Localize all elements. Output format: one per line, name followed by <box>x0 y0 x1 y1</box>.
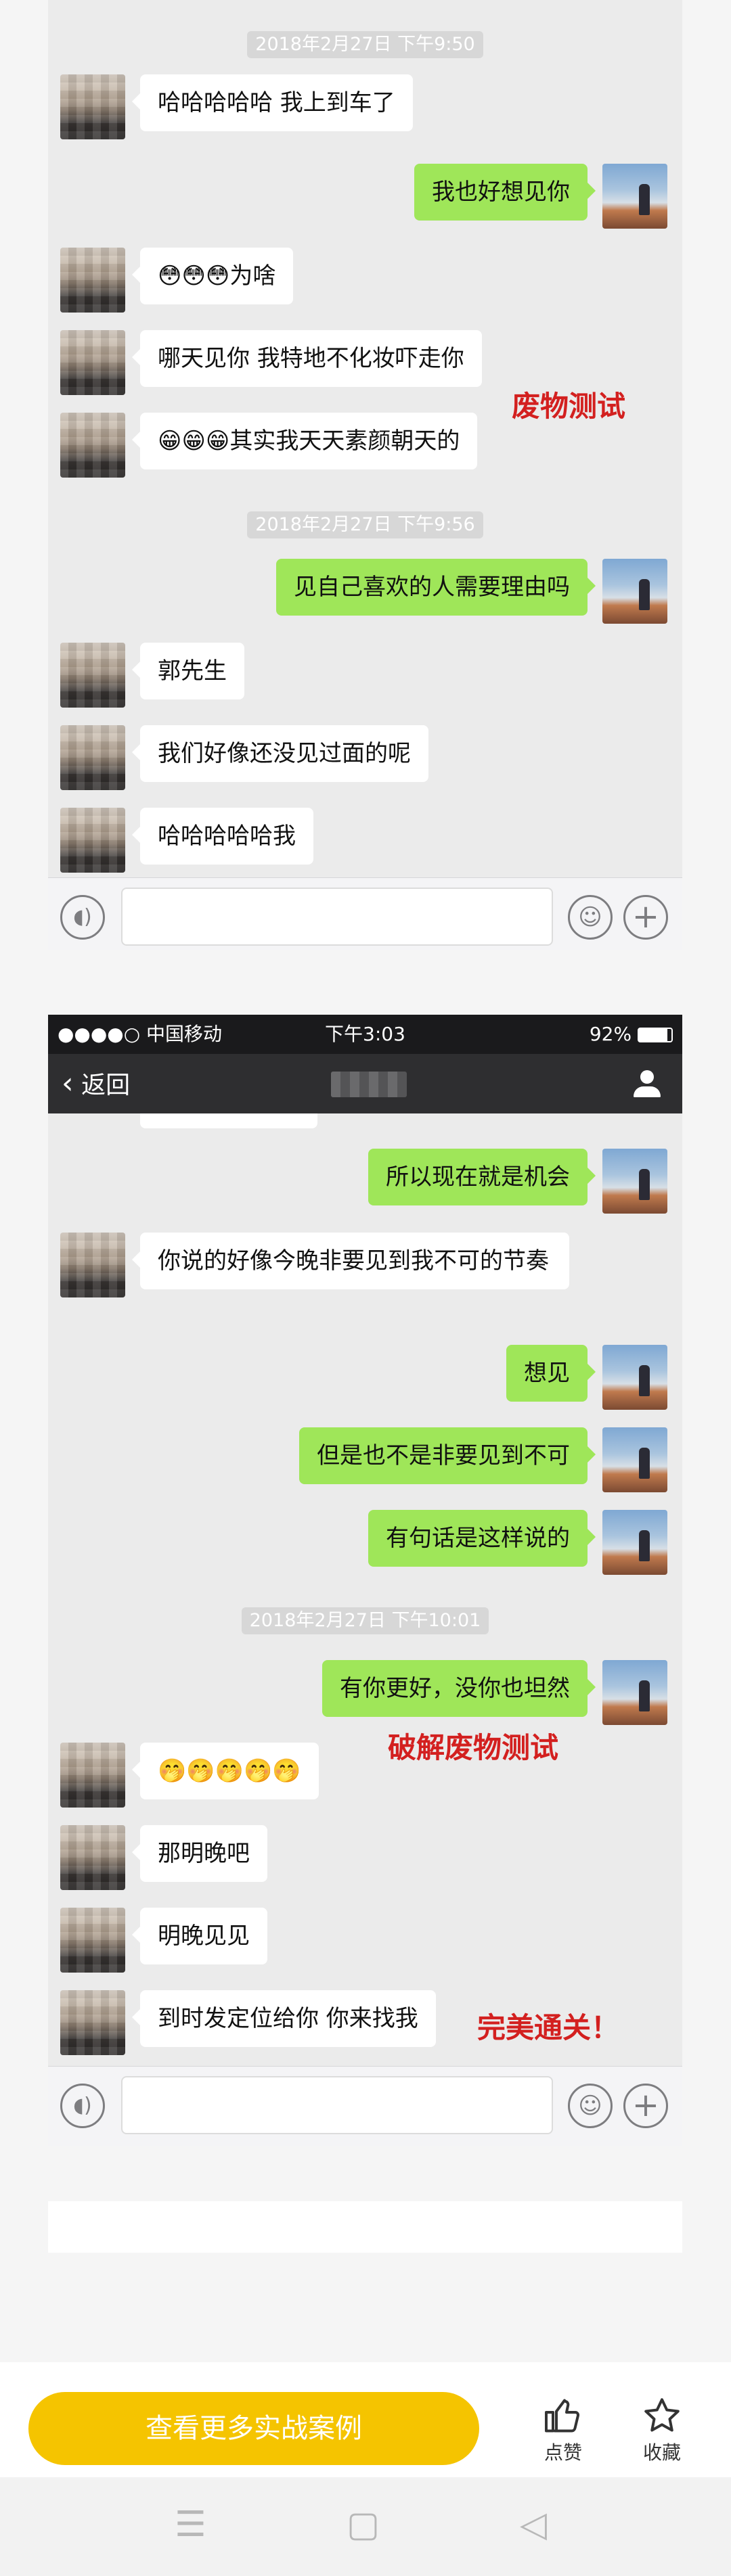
emoji-icon[interactable]: ☺ <box>568 2084 613 2128</box>
emoji-group: 😁😁😁 <box>158 428 230 455</box>
friend-message[interactable]: 我们好像还没见过面的呢 <box>132 725 428 782</box>
friend-message[interactable]: 哪天见你 我特地不化妆吓走你 <box>132 330 482 387</box>
nav-bar: ‹ 返回 <box>48 1054 682 1113</box>
annotation: 完美通关！ <box>477 2011 620 2044</box>
my-avatar[interactable] <box>602 1149 667 1214</box>
my-avatar[interactable] <box>602 1510 667 1575</box>
like-button[interactable]: 点赞 <box>529 2389 597 2465</box>
friend-avatar[interactable] <box>60 330 125 395</box>
message-row: 😁😁😁其实我天天素颜朝天的 <box>48 413 682 487</box>
status-time: 下午3:03 <box>325 1023 405 1045</box>
friend-message[interactable]: 那明晚吧 <box>132 1825 267 1882</box>
friend-message[interactable]: 哈哈哈哈哈 我上到车了 <box>132 74 413 131</box>
chevron-left-icon: ‹ <box>62 1066 74 1101</box>
friend-avatar[interactable] <box>60 1990 125 2055</box>
friend-avatar[interactable] <box>60 1233 125 1297</box>
friend-message[interactable]: 你说的好像今晚非要见到我不可的节奏 <box>132 1233 569 1289</box>
friend-avatar[interactable] <box>60 725 125 790</box>
emoji-group: 😳😳😳 <box>158 262 230 290</box>
my-message[interactable]: 想见 <box>506 1345 596 1402</box>
my-message[interactable]: 我也好想见你 <box>414 164 596 221</box>
message-row: 我也好想见你 <box>48 164 682 238</box>
message-input[interactable] <box>121 2076 553 2134</box>
message-row: 你说的好像今晚非要见到我不可的节奏 <box>48 1233 682 1327</box>
plus-icon[interactable]: + <box>623 895 668 940</box>
input-bar: ◖) ☺ + <box>48 2066 682 2146</box>
voice-icon[interactable]: ◖) <box>60 2084 105 2128</box>
blank-area <box>48 2201 682 2253</box>
my-message[interactable]: 所以现在就是机会 <box>368 1149 596 1205</box>
friend-message[interactable]: 郭先生 <box>132 643 244 699</box>
favorite-button[interactable]: 收藏 <box>628 2389 696 2465</box>
friend-avatar[interactable] <box>60 1825 125 1890</box>
friend-avatar[interactable] <box>60 1908 125 1973</box>
back-icon[interactable]: ◁ <box>520 2504 547 2545</box>
message-row: 明晚见见 <box>48 1908 682 1982</box>
my-avatar[interactable] <box>602 1345 667 1410</box>
friend-message[interactable]: 🤭🤭🤭🤭🤭 <box>132 1743 319 1799</box>
message-row: 见自己喜欢的人需要理由吗 <box>48 559 682 633</box>
more-cases-button[interactable]: 查看更多实战案例 <box>28 2392 479 2465</box>
contact-name-blurred <box>331 1072 407 1097</box>
timestamp: 2018年2月27日 下午9:56 <box>48 511 682 538</box>
message-row: 郭先生 <box>48 643 682 717</box>
menu-icon[interactable]: ☰ <box>175 2504 206 2545</box>
friend-avatar[interactable] <box>60 413 125 478</box>
voice-icon[interactable]: ◖) <box>60 895 105 940</box>
system-nav-bar: ☰ ▢ ◁ <box>0 2477 731 2576</box>
message-row: 哈哈哈哈哈 我上到车了 <box>48 74 682 149</box>
message-row: 有句话是这样说的 <box>48 1510 682 1584</box>
battery-icon <box>638 1028 673 1042</box>
friend-avatar[interactable] <box>60 74 125 139</box>
my-message[interactable]: 但是也不是非要见到不可 <box>299 1427 596 1484</box>
profile-icon[interactable] <box>631 1067 663 1100</box>
friend-message[interactable]: 明晚见见 <box>132 1908 267 1964</box>
message-row: 😳😳😳为啥 <box>48 248 682 322</box>
message-row: 哈哈哈哈哈我 <box>48 808 682 882</box>
plus-icon[interactable]: + <box>623 2084 668 2128</box>
friend-message[interactable]: 哈哈哈哈哈我 <box>132 808 313 865</box>
friend-avatar[interactable] <box>60 1743 125 1808</box>
my-avatar[interactable] <box>602 164 667 229</box>
timestamp: 2018年2月27日 下午10:01 <box>48 1607 682 1634</box>
message-row: 那明晚吧 <box>48 1825 682 1900</box>
chat-screenshot-1: 2018年2月27日 下午9:50 哈哈哈哈哈 我上到车了 我也好想见你 😳😳😳… <box>48 0 682 950</box>
friend-avatar[interactable] <box>60 808 125 873</box>
my-avatar[interactable] <box>602 1427 667 1492</box>
bottom-action-bar: 查看更多实战案例 点赞 收藏 <box>0 2362 731 2477</box>
message-row: 我们好像还没见过面的呢 <box>48 725 682 800</box>
emoji-icon[interactable]: ☺ <box>568 895 613 940</box>
input-bar: ◖) ☺ + <box>48 877 682 950</box>
friend-avatar[interactable] <box>60 248 125 313</box>
partial-message <box>140 1113 317 1128</box>
friend-avatar[interactable] <box>60 643 125 708</box>
message-row: 但是也不是非要见到不可 <box>48 1427 682 1502</box>
timestamp: 2018年2月27日 下午9:50 <box>48 31 682 58</box>
message-row: 有你更好，没你也坦然 <box>48 1660 682 1734</box>
status-bar: ●●●●○ 中国移动 下午3:03 92% <box>48 1015 682 1054</box>
message-row: 🤭🤭🤭🤭🤭 <box>48 1743 682 1817</box>
my-message[interactable]: 有句话是这样说的 <box>368 1510 596 1567</box>
my-message[interactable]: 见自己喜欢的人需要理由吗 <box>276 559 596 616</box>
message-row: 所以现在就是机会 <box>48 1149 682 1223</box>
my-avatar[interactable] <box>602 1660 667 1725</box>
chat-screenshot-2: ●●●●○ 中国移动 下午3:03 92% ‹ 返回 所以现在就是机会 你说的好… <box>48 1015 682 2146</box>
my-message[interactable]: 有你更好，没你也坦然 <box>322 1660 596 1717</box>
message-row: 想见 <box>48 1345 682 1419</box>
my-avatar[interactable] <box>602 559 667 624</box>
star-icon <box>628 2389 696 2438</box>
message-input[interactable] <box>121 888 553 946</box>
page: 2018年2月27日 下午9:50 哈哈哈哈哈 我上到车了 我也好想见你 😳😳😳… <box>0 0 731 2576</box>
friend-message[interactable]: 😳😳😳为啥 <box>131 248 294 304</box>
battery: 92% <box>590 1015 673 1054</box>
friend-message[interactable]: 😁😁😁其实我天天素颜朝天的 <box>131 413 478 469</box>
home-icon[interactable]: ▢ <box>347 2504 380 2545</box>
friend-message[interactable]: 到时发定位给你 你来找我 <box>132 1990 436 2047</box>
thumbs-up-icon <box>529 2389 597 2438</box>
back-button[interactable]: ‹ 返回 <box>62 1054 130 1113</box>
